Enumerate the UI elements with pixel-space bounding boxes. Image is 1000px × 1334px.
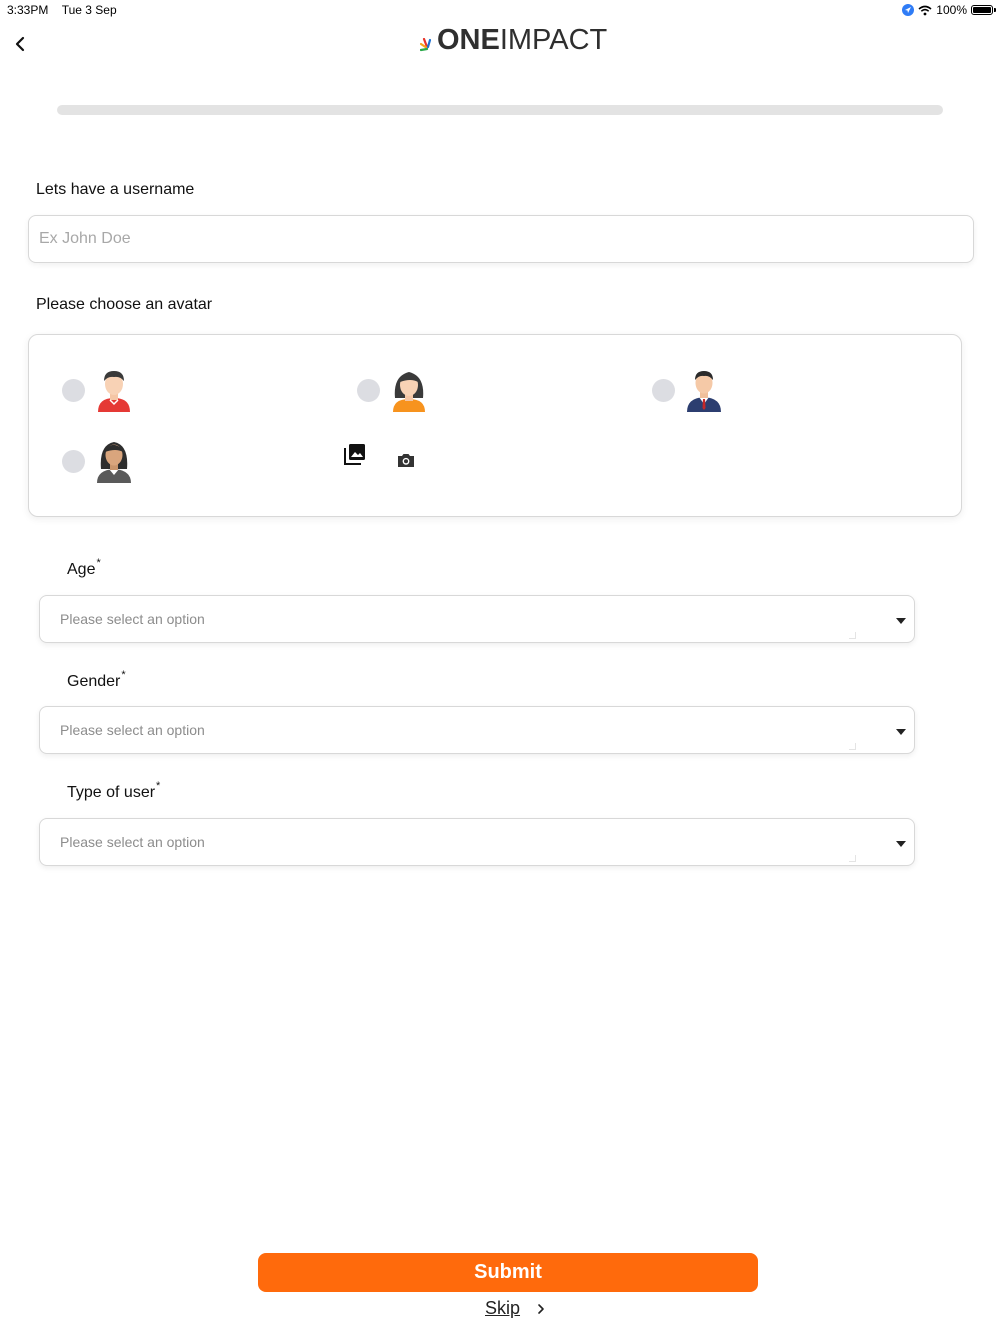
user-type-select[interactable]: Please select an option	[39, 818, 915, 866]
resize-grip	[849, 855, 856, 862]
avatar-radio-2[interactable]	[357, 379, 380, 402]
gender-select-placeholder: Please select an option	[60, 722, 205, 738]
status-bar-left: 3:33PM Tue 3 Sep	[7, 3, 117, 17]
wifi-icon	[918, 5, 932, 15]
chevron-right-icon	[538, 1303, 544, 1314]
user-type-required-mark: *	[156, 780, 161, 792]
user-type-label-text: Type of user	[67, 784, 156, 801]
gender-label-text: Gender	[67, 673, 121, 690]
progress-bar	[57, 105, 943, 115]
chevron-down-icon	[896, 841, 906, 847]
battery-icon	[971, 5, 996, 15]
logo-text-impact: IMPACT	[499, 24, 608, 56]
status-time: 3:33PM	[7, 3, 49, 17]
avatar-picker	[28, 334, 962, 517]
logo-mark-icon	[420, 38, 432, 52]
submit-button[interactable]: Submit	[258, 1253, 758, 1292]
female-avatar-grey-icon[interactable]	[94, 439, 134, 483]
battery-level	[973, 7, 991, 13]
female-avatar-orange-icon[interactable]	[389, 368, 429, 412]
status-bar-right: 100%	[902, 3, 996, 17]
chevron-down-icon	[896, 729, 906, 735]
age-select-placeholder: Please select an option	[60, 611, 205, 627]
battery-percent: 100%	[936, 3, 967, 17]
avatar-radio-1[interactable]	[62, 379, 85, 402]
user-type-label: Type of user*	[67, 780, 160, 802]
back-arrow-icon[interactable]	[10, 33, 32, 55]
user-type-select-placeholder: Please select an option	[60, 834, 205, 850]
skip-label: Skip	[485, 1298, 521, 1318]
avatar-radio-4[interactable]	[62, 450, 85, 473]
username-input[interactable]	[28, 215, 974, 263]
male-avatar-suit-icon[interactable]	[684, 368, 724, 412]
resize-grip	[849, 743, 856, 750]
avatar-label: Please choose an avatar	[36, 296, 213, 313]
username-label: Lets have a username	[36, 181, 195, 198]
gender-label: Gender*	[67, 669, 126, 691]
status-date: Tue 3 Sep	[61, 3, 117, 17]
gender-select[interactable]: Please select an option	[39, 706, 915, 754]
avatar-radio-3[interactable]	[652, 379, 675, 402]
resize-grip	[849, 632, 856, 639]
age-label: Age*	[67, 557, 101, 579]
location-icon	[902, 4, 915, 16]
gallery-icon[interactable]	[344, 443, 366, 465]
skip-link[interactable]: Skip	[485, 1298, 546, 1319]
age-required-mark: *	[96, 557, 101, 569]
age-label-text: Age	[67, 561, 96, 578]
chevron-down-icon	[896, 618, 906, 624]
logo-text-one: ONE	[437, 24, 500, 56]
age-select[interactable]: Please select an option	[39, 595, 915, 643]
app-logo: ONE IMPACT	[420, 24, 607, 56]
gender-required-mark: *	[121, 669, 126, 681]
camera-icon[interactable]	[397, 452, 415, 468]
male-avatar-red-icon[interactable]	[94, 368, 134, 412]
